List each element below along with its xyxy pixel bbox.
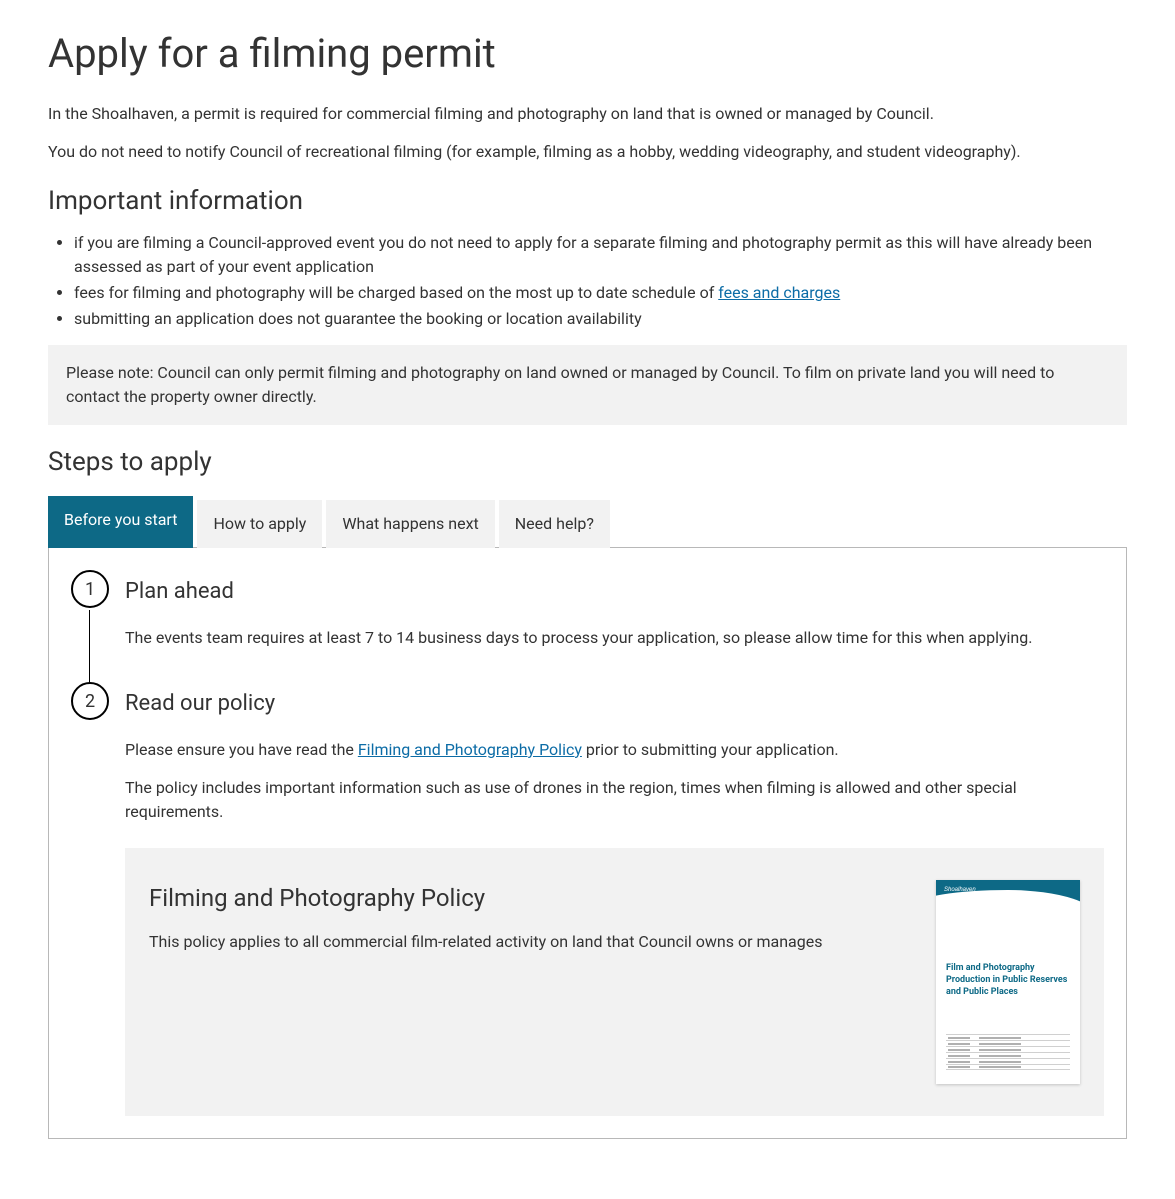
step-text-pre: Please ensure you have read the (125, 740, 358, 759)
step-text-post: prior to submitting your application. (582, 740, 839, 759)
intro-paragraph-1: In the Shoalhaven, a permit is required … (48, 102, 1127, 126)
thumb-title: Film and Photography Production in Publi… (946, 962, 1070, 998)
please-note-box: Please note: Council can only permit fil… (48, 345, 1127, 425)
important-information-heading: Important information (48, 182, 1127, 221)
step-1: 1 Plan ahead The events team requires at… (71, 570, 1104, 664)
intro-paragraph-2: You do not need to notify Council of rec… (48, 140, 1127, 164)
tab-before-you-start[interactable]: Before you start (48, 496, 193, 548)
step-title: Read our policy (125, 687, 1104, 720)
policy-card-title: Filming and Photography Policy (149, 880, 912, 916)
policy-card-desc: This policy applies to all commercial fi… (149, 930, 912, 954)
page-title: Apply for a filming permit (48, 24, 1127, 84)
policy-card[interactable]: Filming and Photography Policy This poli… (125, 848, 1104, 1116)
filming-policy-link[interactable]: Filming and Photography Policy (358, 740, 582, 759)
tab-panel-before-you-start: 1 Plan ahead The events team requires at… (48, 547, 1127, 1139)
step-number-badge: 2 (71, 682, 109, 720)
steps-to-apply-heading: Steps to apply (48, 443, 1127, 482)
list-item: submitting an application does not guara… (74, 307, 1127, 331)
tab-need-help[interactable]: Need help? (499, 500, 610, 548)
important-information-list: if you are filming a Council-approved ev… (48, 231, 1127, 331)
list-item: fees for filming and photography will be… (74, 281, 1127, 305)
step-title: Plan ahead (125, 575, 1104, 608)
fees-and-charges-link[interactable]: fees and charges (718, 283, 840, 302)
step-2: 2 Read our policy Please ensure you have… (71, 682, 1104, 1116)
tab-how-to-apply[interactable]: How to apply (197, 500, 322, 548)
policy-document-thumbnail: Shoalhaven City Council Film and Photogr… (936, 880, 1080, 1084)
step-connector-icon (89, 610, 90, 686)
step-text: The policy includes important informatio… (125, 776, 1104, 824)
note-text: Please note: Council can only permit fil… (66, 363, 1054, 406)
step-number-badge: 1 (71, 570, 109, 608)
step-text: The events team requires at least 7 to 1… (125, 626, 1104, 650)
tabs: Before you start How to apply What happe… (48, 496, 1127, 548)
step-text: Please ensure you have read the Filming … (125, 738, 1104, 762)
list-item-text: fees for filming and photography will be… (74, 283, 718, 302)
tab-what-happens-next[interactable]: What happens next (326, 500, 494, 548)
list-item: if you are filming a Council-approved ev… (74, 231, 1127, 279)
